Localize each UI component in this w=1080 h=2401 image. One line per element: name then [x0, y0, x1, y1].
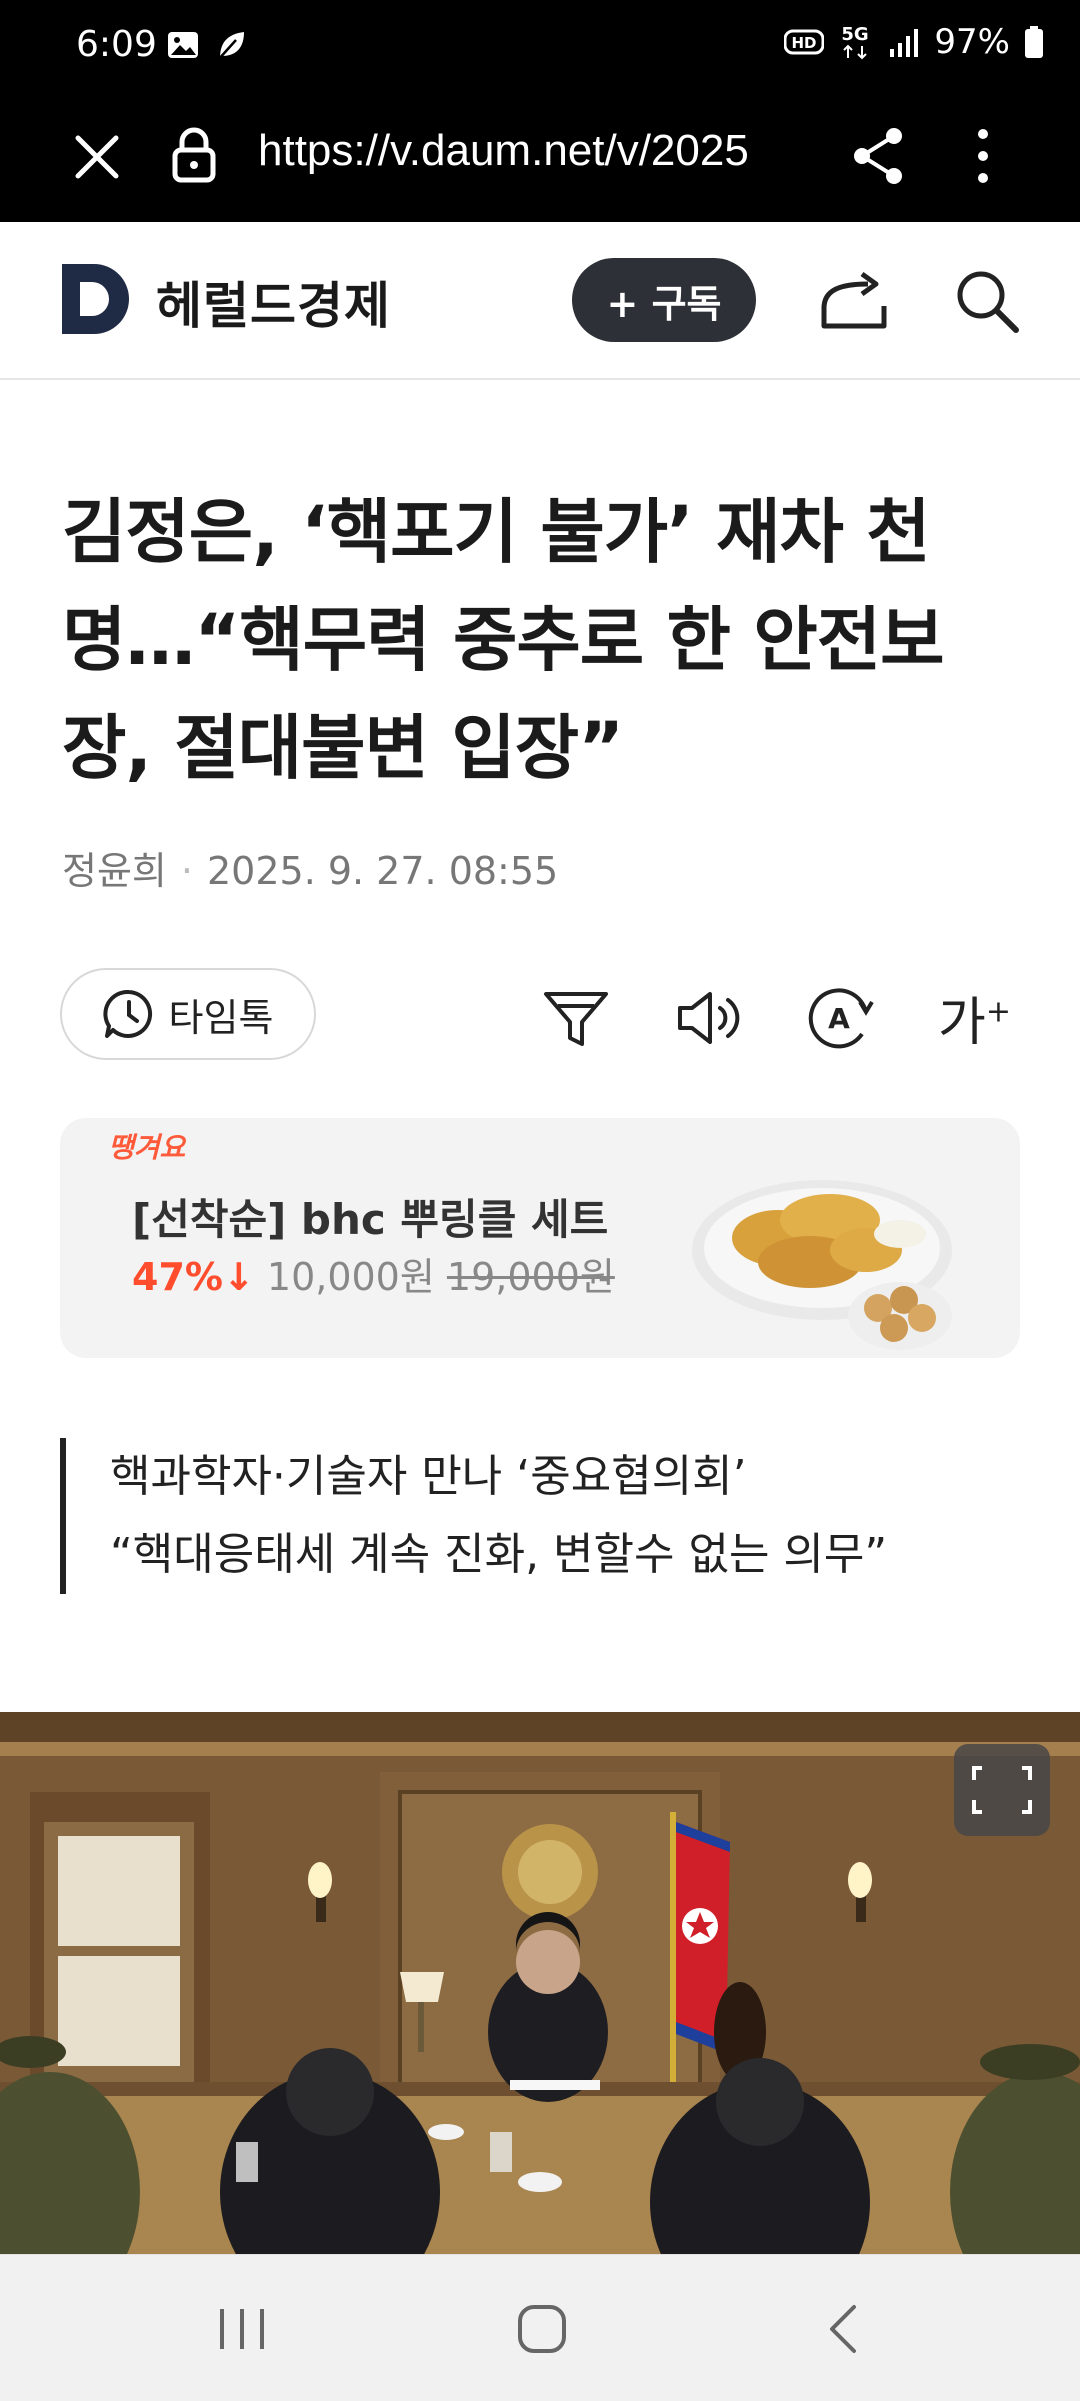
- status-time: 6:09: [76, 24, 157, 65]
- publish-datetime: 2025. 9. 27. 08:55: [206, 849, 559, 893]
- back-icon[interactable]: [818, 2301, 874, 2357]
- battery-percent: 97%: [934, 22, 1010, 62]
- recent-apps-icon[interactable]: [214, 2301, 270, 2357]
- timetalk-label: 타임톡: [168, 995, 274, 1040]
- more-options-icon[interactable]: [968, 126, 998, 186]
- leaf-icon: [217, 32, 244, 61]
- ad-price: 10,000원: [266, 1255, 435, 1299]
- article-summary: 핵과학자·기술자 만나 ‘중요협의회’ “핵대응태세 계속 진화, 변할수 없는…: [60, 1438, 1020, 1594]
- status-right-cluster: HD 5G 97%: [784, 22, 1044, 62]
- author-name[interactable]: 정윤희: [62, 849, 167, 893]
- gallery-icon: [168, 32, 198, 58]
- search-icon[interactable]: [952, 266, 1022, 336]
- share-icon[interactable]: [850, 126, 906, 186]
- ad-card[interactable]: 땡겨요 [선착순] bhc 뿌링클 세트 47%↓ 10,000원 19,000…: [60, 1118, 1020, 1358]
- svg-text:A: A: [828, 1002, 850, 1035]
- article-photo[interactable]: [0, 1712, 1080, 2254]
- translate-icon[interactable]: A: [804, 982, 876, 1054]
- signal-icon: [890, 29, 919, 57]
- summary-line: 핵과학자·기술자 만나 ‘중요협의회’: [110, 1451, 747, 1502]
- speaker-icon[interactable]: [672, 982, 744, 1054]
- expand-icon: [972, 1766, 1032, 1814]
- 5g-icon: 5G: [842, 24, 869, 60]
- font-size-button[interactable]: 가+: [938, 980, 1011, 1055]
- summary-filter-icon[interactable]: [540, 982, 612, 1054]
- font-size-glyph: 가: [938, 993, 986, 1053]
- clock-chat-icon: [102, 989, 152, 1038]
- home-icon[interactable]: [514, 2301, 570, 2357]
- fullscreen-button[interactable]: [954, 1744, 1050, 1836]
- timetalk-button[interactable]: 타임톡: [60, 968, 316, 1060]
- subscribe-button[interactable]: + 구독: [572, 258, 756, 342]
- ad-price-line: 47%↓ 10,000원 19,000원: [132, 1246, 615, 1301]
- system-nav-bar: [0, 2254, 1080, 2401]
- battery-icon: [1025, 26, 1043, 58]
- hd-icon: HD: [784, 29, 825, 55]
- plus-icon: +: [985, 994, 1011, 1030]
- article-headline: 김정은, ‘핵포기 불가’ 재차 천명…“핵무력 중추로 한 안전보장, 절대불…: [62, 491, 945, 789]
- ad-discount: 47%↓: [132, 1255, 255, 1299]
- byline: 정윤희 · 2025. 9. 27. 08:55: [62, 840, 558, 895]
- daum-logo[interactable]: [62, 264, 132, 334]
- ad-badge: 땡겨요: [108, 1131, 186, 1164]
- status-bar: 6:09 HD 5G 97%: [0, 0, 1080, 96]
- share-article-icon[interactable]: [818, 268, 894, 334]
- publisher-name[interactable]: 헤럴드경제: [156, 266, 391, 338]
- svg-text:5G: 5G: [842, 24, 869, 45]
- meeting-room-photo: [0, 1712, 1080, 2254]
- browser-url-bar: https://v.daum.net/v/2025: [0, 96, 1080, 222]
- summary-line: “핵대응태세 계속 진화, 변할수 없는 의무”: [110, 1529, 888, 1580]
- ad-title: [선착순] bhc 뿌링클 세트: [132, 1195, 609, 1244]
- close-icon[interactable]: [70, 130, 124, 184]
- lock-icon[interactable]: [170, 124, 218, 184]
- byline-separator: ·: [180, 849, 193, 893]
- svg-text:HD: HD: [792, 34, 817, 52]
- ad-original-price: 19,000원: [446, 1255, 615, 1299]
- site-header: 헤럴드경제 + 구독: [0, 222, 1080, 380]
- url-text[interactable]: https://v.daum.net/v/2025: [258, 126, 806, 176]
- fried-chicken-image: [692, 1180, 952, 1350]
